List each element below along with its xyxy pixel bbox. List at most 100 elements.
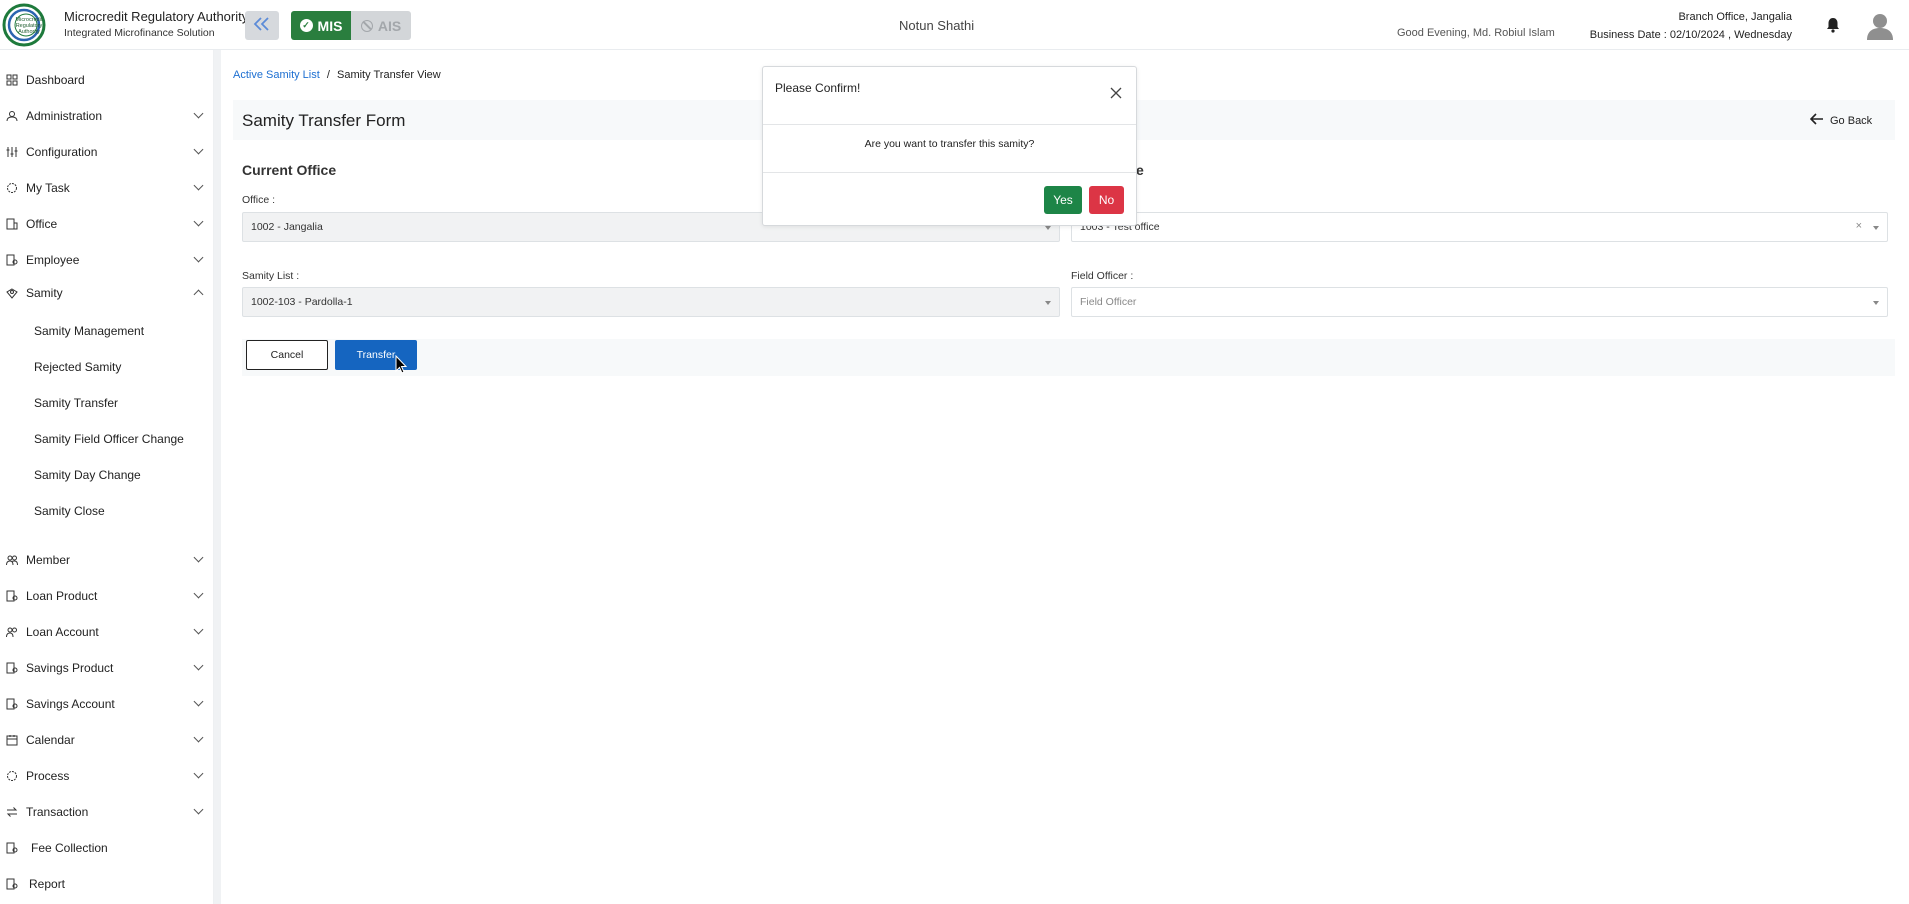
sidebar-item-savings-product[interactable]: Savings Product [0, 656, 214, 680]
org-name: Microcredit Regulatory Authority [64, 9, 249, 24]
sidebar-item-label: Loan Product [26, 589, 98, 603]
transaction-icon [5, 805, 19, 819]
sidebar-item-samity[interactable]: Samity [0, 281, 214, 305]
sidebar-item-label: Loan Account [26, 625, 99, 639]
field-officer-select[interactable]: Field Officer [1071, 287, 1888, 317]
sidebar-item-administration[interactable]: Administration [0, 104, 214, 128]
member-icon [5, 553, 19, 567]
no-button[interactable]: No [1089, 186, 1124, 214]
dialog-title: Please Confirm! [775, 81, 861, 95]
chevron-down-icon [193, 588, 204, 599]
confirm-dialog: Please Confirm! Are you want to transfer… [762, 66, 1137, 226]
mis-mode-button[interactable]: ✓ MIS [291, 11, 351, 40]
chevron-down-icon [193, 624, 204, 635]
divider [763, 124, 1136, 125]
sidebar-item-office[interactable]: Office [0, 212, 214, 236]
org-subtitle: Integrated Microfinance Solution [64, 27, 215, 39]
chevron-down-icon [193, 552, 204, 563]
go-back-button[interactable]: Go Back [1809, 113, 1872, 128]
sidebar-item-label: Calendar [26, 733, 75, 747]
samity-list-select[interactable]: 1002-103 - Pardolla-1 [242, 287, 1060, 317]
breadcrumb-link-active-samity-list[interactable]: Active Samity List [233, 69, 320, 81]
cancel-button[interactable]: Cancel [246, 340, 328, 370]
chevron-down-icon [193, 180, 204, 191]
dropdown-arrow-icon [1873, 226, 1879, 230]
task-icon [5, 181, 19, 195]
chevron-down-icon [193, 252, 204, 263]
dialog-message: Are you want to transfer this samity? [864, 138, 1035, 150]
sidebar-item-configuration[interactable]: Configuration [0, 140, 214, 164]
sidebar-scrollbar[interactable] [214, 50, 221, 904]
sliders-icon [5, 145, 19, 159]
current-office-value: 1002 - Jangalia [251, 221, 323, 233]
sidebar-item-dashboard[interactable]: Dashboard [0, 68, 214, 92]
sidebar-item-loan-account[interactable]: Loan Account [0, 620, 214, 644]
branch-name: Branch Office, Jangalia [1678, 11, 1792, 23]
mra-logo: Microcredit Regulatory Authority [2, 3, 60, 47]
sidebar-item-report[interactable]: Report [0, 872, 214, 896]
sidebar-subitem-samity-field-officer-change[interactable]: Samity Field Officer Change [34, 432, 184, 446]
sidebar-item-process[interactable]: Process [0, 764, 214, 788]
sidebar-item-fee-collection[interactable]: Fee Collection [0, 836, 214, 860]
sidebar-item-label: Savings Product [26, 661, 114, 675]
breadcrumb-separator: / [326, 69, 330, 81]
sidebar-item-label: Report [29, 877, 66, 891]
clear-icon[interactable]: × [1856, 220, 1862, 232]
mis-label: MIS [317, 17, 343, 34]
fee-icon [5, 841, 19, 855]
loan-account-icon [5, 625, 19, 639]
dropdown-arrow-icon [1873, 301, 1879, 305]
sidebar-subitem-samity-day-change[interactable]: Samity Day Change [34, 468, 141, 482]
field-officer-label: Field Officer : [1071, 270, 1134, 282]
sidebar-item-label: Transaction [26, 805, 89, 819]
field-officer-placeholder: Field Officer [1080, 296, 1137, 308]
close-icon[interactable] [1110, 86, 1122, 99]
current-office-title: Current Office [242, 162, 337, 178]
sidebar-item-my-task[interactable]: My Task [0, 176, 214, 200]
sidebar-item-calendar[interactable]: Calendar [0, 728, 214, 752]
sidebar-item-loan-product[interactable]: Loan Product [0, 584, 214, 608]
business-date: Business Date : 02/10/2024 , Wednesday [1589, 29, 1792, 41]
sidebar-collapse-button[interactable] [245, 11, 279, 40]
chevron-down-icon [193, 804, 204, 815]
sidebar-item-transaction[interactable]: Transaction [0, 800, 214, 824]
sidebar-subitem-samity-management[interactable]: Samity Management [34, 324, 144, 338]
app-name: Notun Shathi [899, 18, 975, 33]
ban-icon [360, 19, 373, 32]
double-chevron-left-icon [253, 15, 271, 36]
chevron-down-icon [193, 144, 204, 155]
page-title: Samity Transfer Form [242, 111, 406, 130]
divider [763, 172, 1136, 173]
notification-bell-icon[interactable] [1826, 17, 1840, 33]
sidebar-item-label: Administration [26, 109, 103, 123]
sidebar-subitem-samity-close[interactable]: Samity Close [34, 504, 105, 518]
yes-button[interactable]: Yes [1044, 186, 1082, 214]
chevron-down-icon [193, 696, 204, 707]
sidebar-subitem-samity-transfer[interactable]: Samity Transfer [34, 396, 118, 410]
check-circle-icon: ✓ [299, 19, 313, 32]
sidebar-item-label: Dashboard [26, 73, 85, 87]
sidebar-item-label: Configuration [26, 145, 98, 159]
samity-list-label: Samity List : [242, 270, 300, 282]
target-office-select[interactable]: 1003 - Test office × [1071, 212, 1888, 242]
sidebar-item-member[interactable]: Member [0, 548, 214, 572]
ais-mode-button[interactable]: AIS [351, 11, 411, 40]
dashboard-icon [5, 73, 19, 87]
calendar-icon [5, 733, 19, 747]
chevron-up-icon [193, 289, 204, 300]
sidebar-item-label: Samity [26, 286, 63, 300]
chevron-down-icon [193, 768, 204, 779]
mode-toggle: ✓ MIS AIS [291, 11, 411, 40]
sidebar-subitem-rejected-samity[interactable]: Rejected Samity [34, 360, 121, 374]
chevron-down-icon [193, 660, 204, 671]
user-avatar[interactable] [1866, 12, 1894, 40]
sidebar-item-label: Member [26, 553, 71, 567]
chevron-down-icon [193, 108, 204, 119]
building-icon [5, 217, 19, 231]
employee-icon [5, 253, 19, 267]
savings-account-icon [5, 697, 19, 711]
brand[interactable]: Microcredit Regulatory Authority Microcr… [2, 3, 248, 47]
dropdown-arrow-icon [1045, 226, 1051, 230]
sidebar-item-employee[interactable]: Employee [0, 248, 214, 272]
sidebar-item-savings-account[interactable]: Savings Account [0, 692, 214, 716]
